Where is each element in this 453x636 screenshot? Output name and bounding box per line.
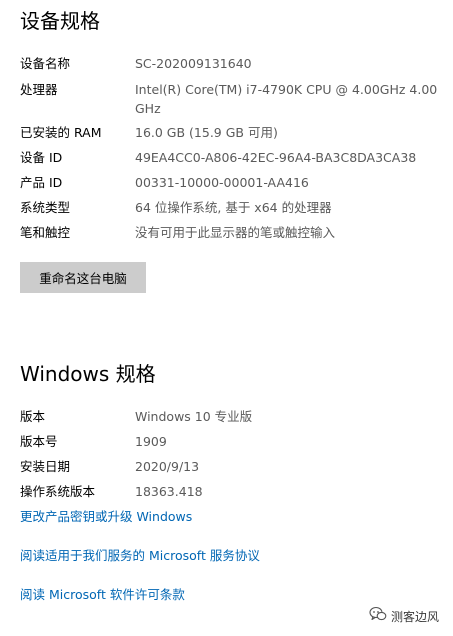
spec-value: 没有可用于此显示器的笔或触控输入	[135, 225, 336, 240]
spec-label: 版本	[20, 409, 46, 424]
change-product-key-link[interactable]: 更改产品密钥或升级 Windows	[20, 507, 192, 526]
spec-label: 处理器	[20, 82, 58, 97]
spec-value: Windows 10 专业版	[135, 409, 253, 424]
spec-label: 笔和触控	[20, 225, 71, 240]
windows-specs-title: Windows 规格	[20, 362, 156, 386]
license-terms-link[interactable]: 阅读 Microsoft 软件许可条款	[20, 585, 185, 604]
service-agreement-link[interactable]: 阅读适用于我们服务的 Microsoft 服务协议	[20, 546, 260, 565]
watermark-text: 测客边风	[390, 609, 439, 624]
spec-value: 64 位操作系统, 基于 x64 的处理器	[135, 200, 332, 215]
spec-value: 16.0 GB (15.9 GB 可用)	[135, 125, 278, 140]
spec-value: 18363.418	[135, 484, 203, 499]
spec-label: 操作系统版本	[20, 484, 96, 499]
spec-label: 设备 ID	[20, 150, 63, 165]
rename-pc-button[interactable]: 重命名这台电脑	[20, 262, 146, 293]
spec-value: 49EA4CC0-A806-42EC-96A4-BA3C8DA3CA38	[135, 150, 417, 165]
spec-label: 安装日期	[20, 459, 71, 474]
spec-value: 00331-10000-00001-AA416	[135, 175, 309, 190]
wechat-icon	[369, 606, 387, 626]
device-specs-title: 设备规格	[20, 9, 100, 33]
spec-value: SC-202009131640	[135, 56, 252, 71]
spec-value: Intel(R) Core(TM) i7-4790K CPU @ 4.00GHz…	[135, 82, 438, 116]
watermark: 测客边风	[369, 606, 439, 626]
spec-label: 版本号	[20, 434, 58, 449]
spec-label: 系统类型	[20, 200, 71, 215]
spec-value: 1909	[135, 434, 167, 449]
spec-label: 设备名称	[20, 56, 71, 71]
spec-label: 产品 ID	[20, 175, 63, 190]
spec-label: 已安装的 RAM	[20, 125, 102, 140]
spec-value: 2020/9/13	[135, 459, 200, 474]
